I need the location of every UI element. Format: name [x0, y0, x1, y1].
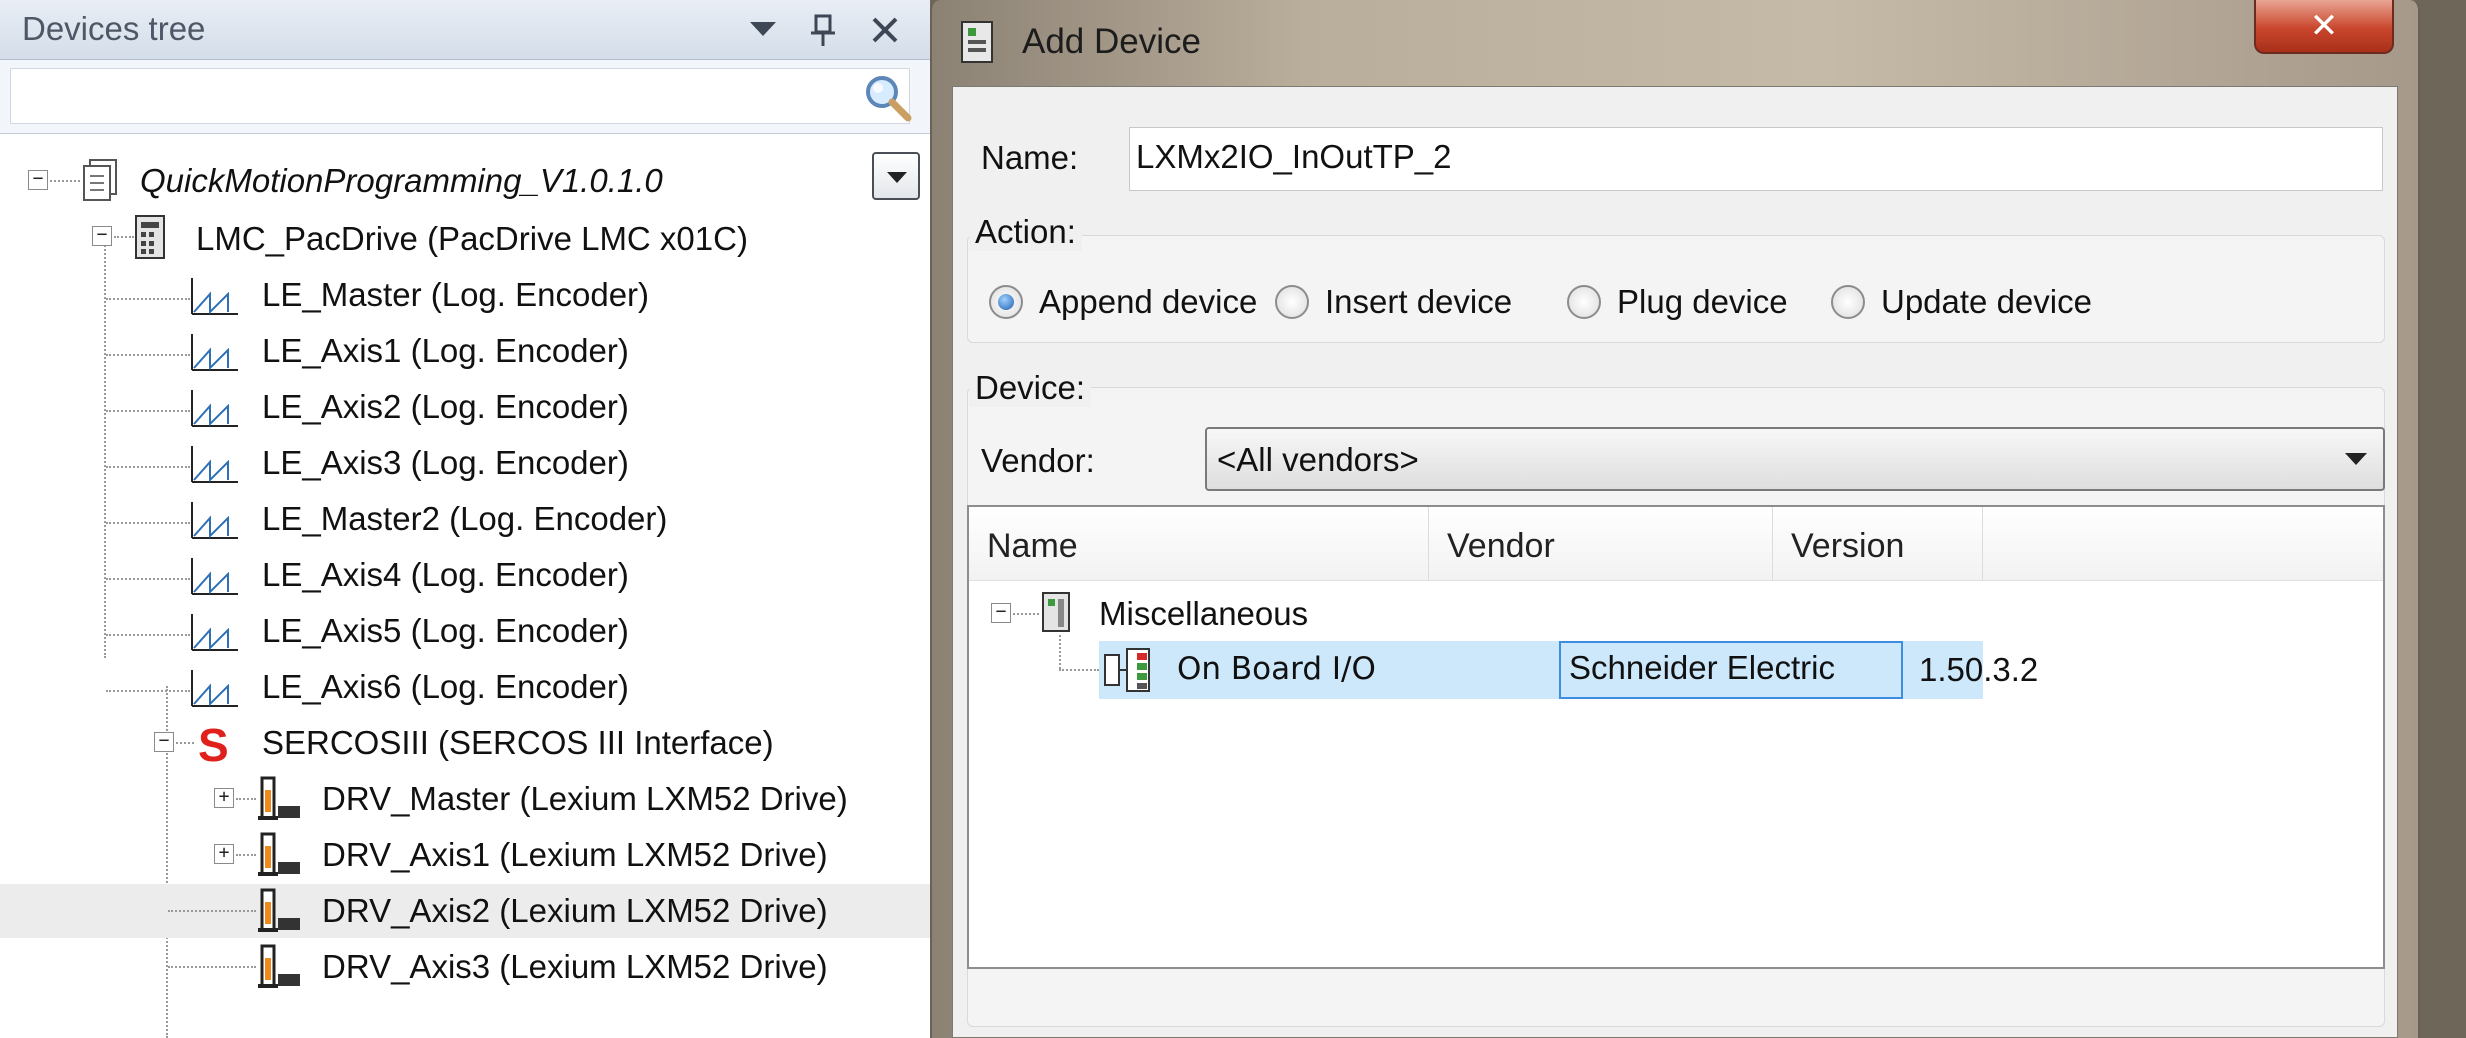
pin-icon[interactable] [802, 8, 844, 52]
expand-icon[interactable]: + [214, 844, 234, 864]
column-header-version[interactable]: Version [1773, 507, 1983, 581]
tree-dropdown-button[interactable] [872, 152, 920, 200]
name-label: Name: [981, 139, 1079, 176]
append-device-radio[interactable] [989, 285, 1023, 319]
expand-icon[interactable]: + [214, 788, 234, 808]
devices-tree-titlebar: Devices tree [0, 0, 930, 60]
tree-item-label: LE_Axis6 (Log. Encoder) [262, 668, 629, 705]
append-device-label[interactable]: Append device [1039, 283, 1257, 321]
plug-device-radio[interactable] [1567, 285, 1601, 319]
encoder-icon [191, 446, 238, 483]
vendor-select-value: <All vendors> [1217, 441, 1419, 478]
tree-item-label: QuickMotionProgramming_V1.0.1.0 [140, 162, 663, 199]
device-version-cell: 1.50.3.2 [1919, 651, 2039, 688]
tree-item-encoder[interactable]: LE_Axis3 (Log. Encoder) [0, 436, 930, 490]
tree-item-label: SERCOSIII (SERCOS III Interface) [262, 724, 774, 761]
tree-item-label: DRV_Axis2 (Lexium LXM52 Drive) [322, 892, 828, 929]
tree-item-label: LE_Axis3 (Log. Encoder) [262, 444, 629, 481]
device-row-on-board-io[interactable]: On Board I/O Schneider Electric 1.50.3.2 [1099, 641, 2038, 699]
tree-item-drive[interactable]: DRV_Axis3 (Lexium LXM52 Drive) [0, 940, 930, 994]
collapse-icon[interactable]: − [92, 226, 112, 246]
dialog-title: Add Device [1022, 22, 1201, 61]
encoder-icon [191, 334, 238, 371]
io-module-icon [1104, 648, 1150, 692]
encoder-icon [191, 278, 238, 315]
project-icon [83, 159, 117, 201]
update-device-label[interactable]: Update device [1881, 283, 2092, 321]
tree-item-encoder[interactable]: LE_Axis1 (Log. Encoder) [0, 324, 930, 378]
tree-item-drive[interactable]: + DRV_Master (Lexium LXM52 Drive) [0, 772, 930, 826]
close-panel-icon[interactable] [864, 8, 906, 52]
drive-icon [258, 888, 300, 932]
devices-tree-title: Devices tree [22, 10, 206, 47]
devices-tree: − QuickMotionProgramming_V1.0.1.0 − LMC_… [0, 134, 930, 1038]
tree-item-label: DRV_Axis1 (Lexium LXM52 Drive) [322, 836, 828, 873]
chevron-down-icon [2345, 453, 2367, 465]
drive-icon [258, 944, 300, 988]
encoder-icon [191, 670, 238, 707]
close-button[interactable]: ✕ [2254, 0, 2394, 54]
add-device-icon [961, 21, 993, 63]
insert-device-radio[interactable] [1275, 285, 1309, 319]
encoder-icon [191, 614, 238, 651]
group-miscellaneous[interactable]: Miscellaneous [1099, 595, 1308, 633]
encoder-icon [191, 502, 238, 539]
search-icon[interactable] [862, 72, 912, 122]
tree-item-encoder[interactable]: LE_Master (Log. Encoder) [0, 268, 930, 322]
tree-item-label: LE_Axis1 (Log. Encoder) [262, 332, 629, 369]
tree-item-drive-selected[interactable]: DRV_Axis2 (Lexium LXM52 Drive) [0, 884, 930, 938]
drive-icon [258, 776, 300, 820]
encoder-icon [191, 390, 238, 427]
tree-item-label: LE_Axis4 (Log. Encoder) [262, 556, 629, 593]
tree-item-label: LE_Axis5 (Log. Encoder) [262, 612, 629, 649]
action-group-label: Action: [969, 213, 1082, 251]
collapse-icon[interactable]: − [991, 603, 1011, 623]
vendor-label: Vendor: [981, 442, 1095, 479]
name-field[interactable]: LXMx2IO_InOutTP_2 [1129, 127, 2383, 191]
miscellaneous-icon [1042, 592, 1070, 632]
encoder-icon [191, 558, 238, 595]
tree-search-input[interactable] [10, 68, 910, 124]
plug-device-label[interactable]: Plug device [1617, 283, 1788, 321]
tree-item-label: DRV_Axis3 (Lexium LXM52 Drive) [322, 948, 828, 985]
tree-item-label: LE_Master2 (Log. Encoder) [262, 500, 668, 537]
tree-item-encoder[interactable]: LE_Axis2 (Log. Encoder) [0, 380, 930, 434]
tree-item-project[interactable]: − QuickMotionProgramming_V1.0.1.0 [0, 154, 870, 208]
tree-item-sercos[interactable]: − S SERCOSIII (SERCOS III Interface) [0, 716, 930, 771]
tree-item-label: DRV_Master (Lexium LXM52 Drive) [322, 780, 848, 817]
sercos-icon: S [198, 719, 229, 771]
collapse-icon[interactable]: − [154, 732, 174, 752]
dialog-content: Name: LXMx2IO_InOutTP_2 Action: Append d… [952, 86, 2398, 1038]
device-list-header: Name Vendor Version [969, 507, 2383, 581]
vendor-select[interactable]: <All vendors> [1205, 427, 2385, 491]
tree-item-encoder[interactable]: LE_Axis5 (Log. Encoder) [0, 604, 930, 658]
devices-tree-panel: Devices tree − QuickMotionProgramming_V1… [0, 0, 930, 1038]
device-vendor-cell: Schneider Electric [1559, 641, 1903, 699]
drive-icon [258, 832, 300, 876]
tree-item-label: LE_Master (Log. Encoder) [262, 276, 650, 313]
device-list[interactable]: Name Vendor Version − Miscellaneous On B… [967, 505, 2385, 969]
tree-item-controller[interactable]: − LMC_PacDrive (PacDrive LMC x01C) [0, 212, 930, 266]
tree-search-row [0, 60, 930, 134]
tree-item-encoder[interactable]: LE_Axis6 (Log. Encoder) [0, 660, 930, 714]
insert-device-label[interactable]: Insert device [1325, 283, 1512, 321]
tree-item-encoder[interactable]: LE_Master2 (Log. Encoder) [0, 492, 930, 546]
device-group-label: Device: [969, 369, 1092, 407]
device-vendor-text: Schneider Electric [1569, 649, 1835, 686]
tree-item-drive[interactable]: + DRV_Axis1 (Lexium LXM52 Drive) [0, 828, 930, 882]
tree-item-encoder[interactable]: LE_Axis4 (Log. Encoder) [0, 548, 930, 602]
collapse-icon[interactable]: − [28, 170, 48, 190]
panel-menu-dropdown-icon[interactable] [742, 8, 784, 52]
update-device-radio[interactable] [1831, 285, 1865, 319]
column-header-vendor[interactable]: Vendor [1429, 507, 1773, 581]
device-name-cell: On Board I/O [1177, 651, 1376, 687]
tree-item-label: LMC_PacDrive (PacDrive LMC x01C) [196, 220, 748, 257]
add-device-dialog: Add Device ✕ Name: LXMx2IO_InOutTP_2 Act… [930, 0, 2420, 1038]
controller-icon [135, 215, 165, 259]
column-header-name[interactable]: Name [969, 507, 1429, 581]
tree-item-label: LE_Axis2 (Log. Encoder) [262, 388, 629, 425]
